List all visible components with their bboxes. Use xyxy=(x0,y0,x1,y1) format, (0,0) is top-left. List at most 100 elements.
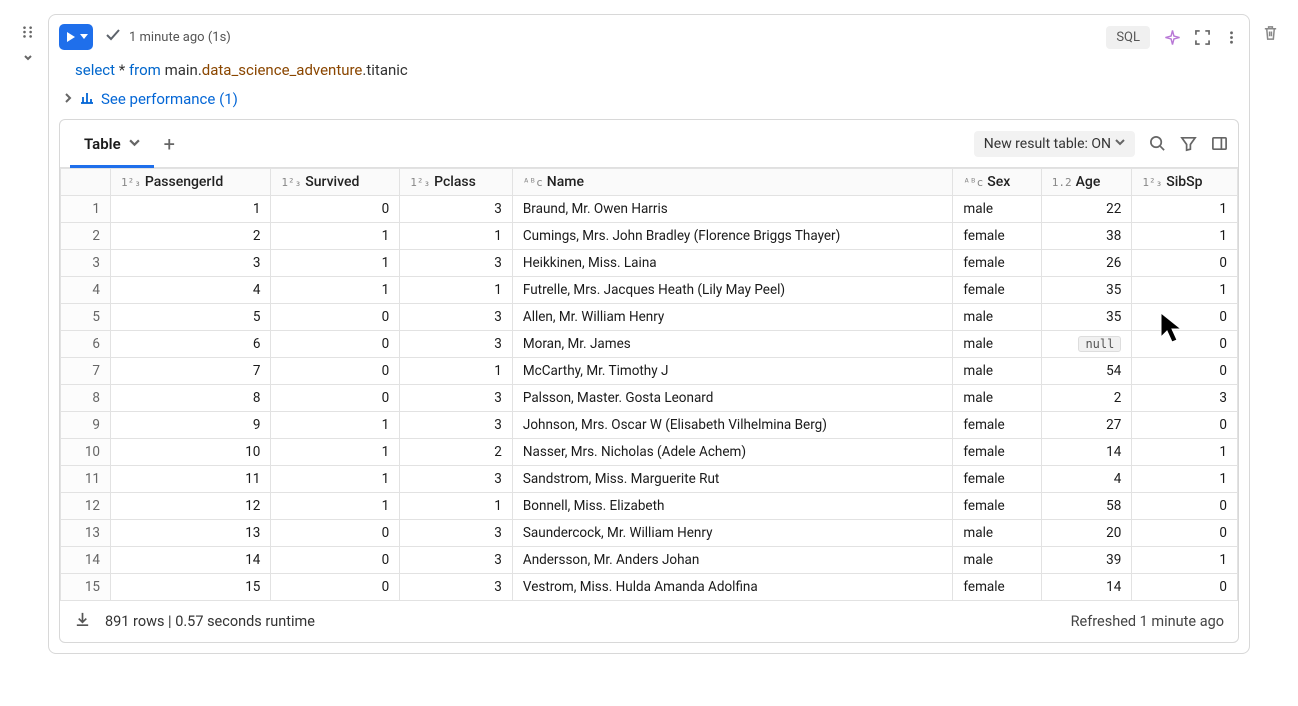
table-cell[interactable]: female xyxy=(953,277,1041,304)
table-cell[interactable]: 27 xyxy=(1041,412,1132,439)
table-cell[interactable]: 1 xyxy=(400,277,513,304)
table-cell[interactable]: Moran, Mr. James xyxy=(512,331,953,358)
collapse-cell-icon[interactable] xyxy=(22,51,34,67)
table-cell[interactable]: McCarthy, Mr. Timothy J xyxy=(512,358,953,385)
table-cell[interactable]: 0 xyxy=(1132,574,1238,601)
language-pill[interactable]: SQL xyxy=(1106,26,1150,49)
table-cell[interactable]: 3 xyxy=(400,574,513,601)
table-row[interactable]: 5503Allen, Mr. William Henrymale350 xyxy=(61,304,1238,331)
table-cell[interactable]: male xyxy=(953,385,1041,412)
table-cell[interactable]: Heikkinen, Miss. Laina xyxy=(512,250,953,277)
table-cell[interactable]: 3 xyxy=(400,466,513,493)
table-cell[interactable]: 3 xyxy=(400,196,513,223)
table-cell[interactable]: 14 xyxy=(111,547,271,574)
table-cell[interactable]: 0 xyxy=(1132,520,1238,547)
table-cell[interactable]: 2 xyxy=(111,223,271,250)
table-cell[interactable]: 8 xyxy=(111,385,271,412)
table-cell[interactable]: 0 xyxy=(1132,250,1238,277)
table-cell[interactable]: female xyxy=(953,493,1041,520)
table-cell[interactable]: 1 xyxy=(271,439,400,466)
table-cell[interactable]: Futrelle, Mrs. Jacques Heath (Lily May P… xyxy=(512,277,953,304)
table-cell[interactable]: male xyxy=(953,196,1041,223)
table-row[interactable]: 111113Sandstrom, Miss. Marguerite Rutfem… xyxy=(61,466,1238,493)
table-cell[interactable]: 22 xyxy=(1041,196,1132,223)
table-cell[interactable]: 11 xyxy=(111,466,271,493)
table-cell[interactable]: female xyxy=(953,439,1041,466)
table-row[interactable]: 4411Futrelle, Mrs. Jacques Heath (Lily M… xyxy=(61,277,1238,304)
column-header[interactable]: 1.2Age xyxy=(1041,169,1132,196)
table-cell[interactable]: 3 xyxy=(111,250,271,277)
table-cell[interactable]: 3 xyxy=(400,331,513,358)
table-cell[interactable]: 10 xyxy=(111,439,271,466)
column-header[interactable]: 1²₃Pclass xyxy=(400,169,513,196)
run-button[interactable] xyxy=(59,24,93,50)
table-row[interactable]: 1103Braund, Mr. Owen Harrismale221 xyxy=(61,196,1238,223)
filter-icon[interactable] xyxy=(1180,135,1197,152)
table-cell[interactable]: 1 xyxy=(1132,223,1238,250)
table-cell[interactable]: 26 xyxy=(1041,250,1132,277)
table-cell[interactable]: 1 xyxy=(400,493,513,520)
table-row[interactable]: 151503Vestrom, Miss. Hulda Amanda Adolfi… xyxy=(61,574,1238,601)
table-cell[interactable]: 1 xyxy=(1132,277,1238,304)
kebab-menu-icon[interactable] xyxy=(1224,30,1239,45)
table-cell[interactable]: Andersson, Mr. Anders Johan xyxy=(512,547,953,574)
table-cell[interactable]: 0 xyxy=(271,304,400,331)
table-cell[interactable]: 3 xyxy=(400,412,513,439)
table-cell[interactable]: 0 xyxy=(271,331,400,358)
table-cell[interactable]: female xyxy=(953,223,1041,250)
table-cell[interactable]: male xyxy=(953,331,1041,358)
table-cell[interactable]: male xyxy=(953,547,1041,574)
table-cell[interactable]: female xyxy=(953,574,1041,601)
table-row[interactable]: 2211Cumings, Mrs. John Bradley (Florence… xyxy=(61,223,1238,250)
table-cell[interactable]: 1 xyxy=(271,466,400,493)
table-cell[interactable]: female xyxy=(953,412,1041,439)
table-cell[interactable]: Allen, Mr. William Henry xyxy=(512,304,953,331)
table-cell[interactable]: 3 xyxy=(400,304,513,331)
result-mode-toggle[interactable]: New result table: ON xyxy=(974,131,1135,157)
column-header[interactable]: ᴬᴮcName xyxy=(512,169,953,196)
table-cell[interactable]: 2 xyxy=(1041,385,1132,412)
table-cell[interactable]: 0 xyxy=(1132,304,1238,331)
ai-assist-icon[interactable] xyxy=(1164,29,1181,46)
table-cell[interactable]: 14 xyxy=(1041,574,1132,601)
table-row[interactable]: 8803Palsson, Master. Gosta Leonardmale23 xyxy=(61,385,1238,412)
column-header[interactable]: ᴬᴮcSex xyxy=(953,169,1041,196)
table-row[interactable]: 3313Heikkinen, Miss. Lainafemale260 xyxy=(61,250,1238,277)
trash-icon[interactable] xyxy=(1262,24,1279,45)
table-cell[interactable]: 12 xyxy=(111,493,271,520)
table-cell[interactable]: Nasser, Mrs. Nicholas (Adele Achem) xyxy=(512,439,953,466)
column-header[interactable]: 1²₃SibSp xyxy=(1132,169,1238,196)
panel-icon[interactable] xyxy=(1211,135,1228,152)
table-cell[interactable]: 1 xyxy=(271,493,400,520)
table-cell[interactable]: null xyxy=(1041,331,1132,358)
table-cell[interactable]: 1 xyxy=(271,412,400,439)
table-cell[interactable]: 2 xyxy=(400,439,513,466)
table-cell[interactable]: 1 xyxy=(400,358,513,385)
table-cell[interactable]: 0 xyxy=(1132,493,1238,520)
table-cell[interactable]: 35 xyxy=(1041,277,1132,304)
column-header[interactable]: 1²₃Survived xyxy=(271,169,400,196)
table-cell[interactable]: 1 xyxy=(271,250,400,277)
run-dropdown-icon[interactable] xyxy=(79,31,89,44)
table-cell[interactable]: 0 xyxy=(271,547,400,574)
table-cell[interactable]: Bonnell, Miss. Elizabeth xyxy=(512,493,953,520)
table-cell[interactable]: 39 xyxy=(1041,547,1132,574)
table-cell[interactable]: 0 xyxy=(271,196,400,223)
table-cell[interactable]: female xyxy=(953,466,1041,493)
table-row[interactable]: 6603Moran, Mr. Jamesmalenull0 xyxy=(61,331,1238,358)
table-cell[interactable]: 15 xyxy=(111,574,271,601)
table-cell[interactable]: female xyxy=(953,250,1041,277)
table-cell[interactable]: Johnson, Mrs. Oscar W (Elisabeth Vilhelm… xyxy=(512,412,953,439)
table-cell[interactable]: 13 xyxy=(111,520,271,547)
table-cell[interactable]: 5 xyxy=(111,304,271,331)
table-cell[interactable]: 4 xyxy=(111,277,271,304)
table-cell[interactable]: male xyxy=(953,520,1041,547)
table-cell[interactable]: male xyxy=(953,304,1041,331)
table-cell[interactable]: 3 xyxy=(400,547,513,574)
table-cell[interactable]: 54 xyxy=(1041,358,1132,385)
sql-editor[interactable]: select * from main.data_science_adventur… xyxy=(59,53,1239,83)
table-cell[interactable]: 1 xyxy=(1132,439,1238,466)
tab-table[interactable]: Table xyxy=(70,120,154,167)
table-cell[interactable]: 6 xyxy=(111,331,271,358)
table-cell[interactable]: 0 xyxy=(1132,412,1238,439)
